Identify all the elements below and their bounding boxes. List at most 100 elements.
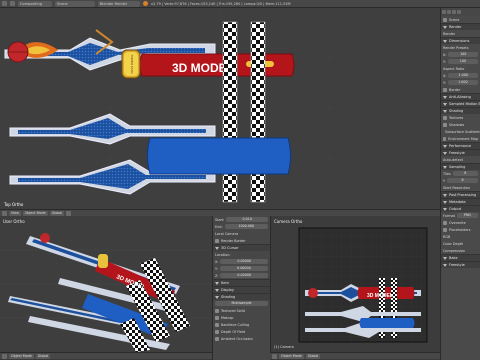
ambient-occlusion-checkbox[interactable] bbox=[215, 336, 219, 341]
shading-section-header[interactable]: Shading bbox=[213, 293, 270, 300]
prop-section-header[interactable]: Shading bbox=[441, 107, 480, 114]
prop-label: Y: bbox=[443, 59, 446, 64]
prop-section-header[interactable]: Anti-Aliasing bbox=[441, 93, 480, 100]
prop-row: Compression bbox=[441, 247, 480, 254]
backface-culling-row[interactable]: Backface Culling bbox=[213, 321, 270, 328]
editor-type-icon[interactable] bbox=[2, 210, 7, 216]
prop-value-field[interactable]: 100 bbox=[447, 59, 478, 64]
render-engine-selector[interactable]: Blender Render bbox=[98, 0, 140, 7]
render-tab-icon[interactable] bbox=[442, 10, 446, 14]
prop-label: Output bbox=[449, 207, 462, 211]
cursor-z-field[interactable]: 0.00000 bbox=[220, 273, 268, 278]
prop-label: Placeholders bbox=[449, 227, 471, 232]
prop-checkbox[interactable] bbox=[443, 136, 447, 141]
clip-start-field[interactable]: 0.010 bbox=[226, 217, 268, 222]
menu-icon[interactable] bbox=[10, 1, 15, 6]
prop-label: Overwrite bbox=[449, 220, 466, 225]
cursor-y-field[interactable]: 0.00000 bbox=[219, 266, 268, 271]
screen-layout-selector[interactable]: Compositing bbox=[18, 0, 52, 7]
ambient-occlusion-row[interactable]: Ambient Occlusion bbox=[213, 335, 270, 342]
editor-type-icon-2[interactable] bbox=[2, 353, 7, 359]
prop-row: Aspect Ratio bbox=[441, 65, 480, 72]
prop-label: Bake bbox=[449, 256, 458, 260]
camera-banner-text: 3D MODEL bbox=[367, 293, 393, 299]
properties-list: Render Render Dimensions Render Presets X: 10… bbox=[441, 23, 480, 268]
prop-value-field[interactable]: PNG bbox=[456, 213, 478, 218]
expand-triangle-icon bbox=[215, 246, 219, 250]
mode-selector-2[interactable]: Object Mode bbox=[9, 353, 34, 359]
matcap-row[interactable]: Matcap bbox=[213, 314, 270, 321]
render-border-checkbox[interactable] bbox=[215, 238, 219, 243]
prop-value-field[interactable]: 8 bbox=[447, 178, 478, 183]
prop-checkbox[interactable] bbox=[443, 87, 447, 92]
prop-row[interactable]: Overwrite bbox=[441, 219, 480, 226]
prop-value-field[interactable]: 1.000 bbox=[448, 73, 478, 78]
prop-row[interactable]: Subsurface Scattering bbox=[441, 128, 480, 135]
layers-tab-icon[interactable] bbox=[447, 10, 451, 14]
prop-label: Y: bbox=[443, 80, 446, 85]
camera-ortho-viewport[interactable]: 3D MODEL Camera Ortho (1) Camera bbox=[270, 216, 440, 352]
mode-selector[interactable]: Object Mode bbox=[22, 210, 48, 216]
prop-value-field[interactable]: 1.000 bbox=[447, 80, 478, 85]
render-border-row[interactable]: Render Border bbox=[213, 237, 270, 244]
editor-type-icon-3[interactable] bbox=[272, 353, 277, 359]
depth-of-field-checkbox[interactable] bbox=[215, 329, 219, 334]
prop-section-header[interactable]: Performance bbox=[441, 142, 480, 149]
prop-label: Render bbox=[449, 25, 462, 29]
prop-row[interactable]: Textures bbox=[441, 114, 480, 121]
prop-checkbox[interactable] bbox=[443, 220, 447, 225]
prop-checkbox[interactable] bbox=[443, 115, 447, 120]
clip-start-row: Start: 0.010 bbox=[213, 216, 270, 223]
prop-label: Aspect Ratio bbox=[443, 66, 465, 71]
prop-row[interactable]: Border bbox=[441, 86, 480, 93]
layers-icon[interactable] bbox=[66, 210, 72, 216]
sticker-blue-banner[interactable] bbox=[147, 137, 291, 175]
display-section-header[interactable]: Display bbox=[213, 286, 270, 293]
prop-section-header[interactable]: Metadata bbox=[441, 198, 480, 205]
scene-tab-icon[interactable] bbox=[452, 10, 456, 14]
prop-section-header[interactable]: Freestyle bbox=[441, 149, 480, 156]
info-editor-icon[interactable] bbox=[2, 1, 7, 6]
view-menu[interactable]: View bbox=[9, 210, 21, 216]
orientation-selector-2[interactable]: Global bbox=[35, 353, 51, 359]
prop-row[interactable]: Placeholders bbox=[441, 226, 480, 233]
expand-triangle-icon bbox=[443, 109, 447, 113]
prop-section-header[interactable]: Sampled Motion Blur bbox=[441, 100, 480, 107]
prop-section-header[interactable]: Freestyle bbox=[441, 261, 480, 268]
prop-row[interactable]: Environment Map bbox=[441, 135, 480, 142]
user-ortho-viewport[interactable]: 3D MODEL User Ortho bbox=[0, 216, 212, 352]
prop-section-header[interactable]: Post Processing bbox=[441, 191, 480, 198]
multisample-selector[interactable]: Multisample bbox=[215, 301, 268, 306]
textured-solid-row[interactable]: Textured Solid bbox=[213, 307, 270, 314]
prop-checkbox[interactable] bbox=[443, 227, 447, 232]
prop-row: Y8 bbox=[441, 177, 480, 184]
world-tab-icon[interactable] bbox=[457, 10, 461, 14]
matcap-checkbox[interactable] bbox=[215, 315, 219, 320]
prop-section-header[interactable]: Output bbox=[441, 205, 480, 212]
depth-of-field-row[interactable]: Depth Of Field bbox=[213, 328, 270, 335]
prop-section-header[interactable]: Render bbox=[441, 23, 480, 30]
backface-culling-checkbox[interactable] bbox=[215, 322, 219, 327]
scene-selector[interactable]: Scene bbox=[55, 0, 95, 7]
cursor-section-header[interactable]: 3D Cursor bbox=[213, 244, 270, 251]
textured-solid-checkbox[interactable] bbox=[215, 308, 219, 313]
prop-section-header[interactable]: Dimensions bbox=[441, 37, 480, 44]
clip-end-field[interactable]: 1000.000 bbox=[224, 224, 268, 229]
perspective-stickers[interactable] bbox=[8, 233, 190, 352]
checkered-strip-right[interactable] bbox=[250, 21, 266, 203]
prop-row[interactable]: Shadows bbox=[441, 121, 480, 128]
transform-orientation-selector[interactable]: Global bbox=[49, 210, 65, 216]
checkered-strip-left[interactable] bbox=[222, 21, 238, 203]
prop-checkbox[interactable] bbox=[443, 122, 447, 127]
mode-selector-3[interactable]: Object Mode bbox=[279, 353, 304, 359]
top-viewport-header: View Object Mode Global bbox=[0, 209, 440, 216]
orientation-selector-3[interactable]: Global bbox=[305, 353, 321, 359]
cursor-x-field[interactable]: 0.00000 bbox=[220, 259, 268, 264]
prop-value-field[interactable]: 100 bbox=[448, 52, 478, 57]
prop-section-header[interactable]: Bake bbox=[441, 254, 480, 261]
top-3d-viewport[interactable]: 3D MODEL TURBO STAR Top Ortho bbox=[0, 8, 440, 209]
cursor-y-row: Y: 0.00000 bbox=[213, 265, 270, 272]
prop-value-field[interactable]: 8 bbox=[452, 171, 478, 176]
prop-section-header[interactable]: Sampling bbox=[441, 163, 480, 170]
item-section-header[interactable]: Item bbox=[213, 279, 270, 286]
